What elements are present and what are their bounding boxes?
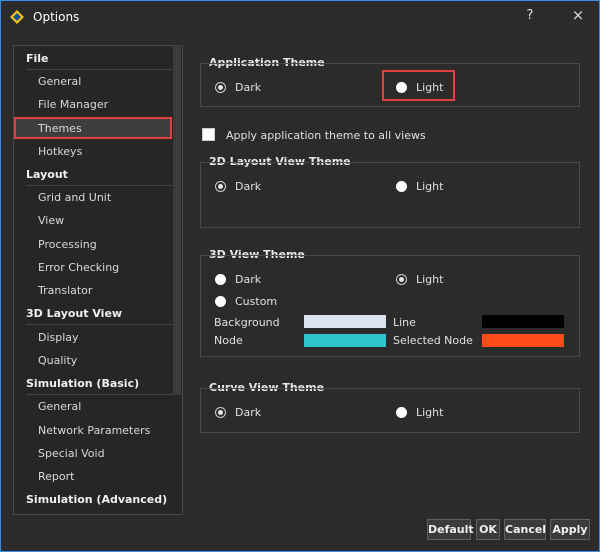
nav-item-special-void[interactable]: Special Void: [38, 447, 105, 460]
nav-item-quality[interactable]: Quality: [38, 354, 77, 367]
nav-group-file: File: [26, 52, 49, 65]
selected-node-color-swatch[interactable]: [482, 334, 564, 347]
nav-item-hotkeys[interactable]: Hotkeys: [38, 145, 82, 158]
nav-group-3d-layout-view: 3D Layout View: [26, 307, 123, 320]
ok-button[interactable]: OK: [476, 519, 500, 540]
node-color-swatch[interactable]: [304, 334, 386, 347]
cancel-button[interactable]: Cancel: [504, 519, 546, 540]
radio-label: Dark: [235, 406, 262, 419]
layout-theme-light-radio[interactable]: Light: [396, 180, 443, 193]
radio-label: Dark: [235, 273, 262, 286]
radio-indicator: [215, 181, 226, 192]
radio-label: Light: [416, 180, 444, 193]
default-button[interactable]: Default: [427, 519, 474, 540]
view3d-theme-light-radio[interactable]: Light: [396, 273, 443, 286]
nav-item-general[interactable]: General: [38, 75, 81, 88]
nav-divider: [26, 69, 180, 70]
nav-group-simulation-advanced: Simulation (Advanced): [26, 493, 168, 506]
nav-divider: [26, 324, 180, 325]
view3d-theme-custom-radio[interactable]: Custom: [215, 295, 277, 308]
nav-item-view[interactable]: View: [38, 214, 64, 227]
window-title: Options: [33, 10, 80, 24]
line-color-swatch[interactable]: [482, 315, 564, 328]
nav-item-display[interactable]: Display: [38, 331, 79, 344]
nav-item-error-checking[interactable]: Error Checking: [38, 261, 119, 274]
line-color-label: Line: [393, 316, 416, 329]
options-window: Options ? × File General File Manager Th…: [0, 0, 600, 552]
layout-theme-group: [200, 162, 580, 228]
selected-node-color-label: Selected Node: [393, 334, 473, 347]
node-color-label: Node: [214, 334, 243, 347]
curve-theme-dark-radio[interactable]: Dark: [215, 406, 261, 419]
nav-item-report[interactable]: Report: [38, 470, 74, 483]
options-nav: File General File Manager Themes Hotkeys…: [13, 45, 183, 515]
app-theme-light-radio[interactable]: Light: [396, 81, 443, 94]
nav-item-grid-and-unit[interactable]: Grid and Unit: [38, 191, 111, 204]
nav-group-simulation-basic: Simulation (Basic): [26, 377, 140, 390]
nav-item-network-parameters[interactable]: Network Parameters: [38, 424, 150, 437]
view3d-theme-dark-radio[interactable]: Dark: [215, 273, 261, 286]
nav-item-general-sim[interactable]: General: [38, 400, 81, 413]
nav-divider: [26, 185, 180, 186]
nav-item-processing[interactable]: Processing: [38, 238, 97, 251]
apply-button[interactable]: Apply: [550, 519, 590, 540]
nav-item-themes[interactable]: Themes: [38, 122, 82, 135]
nav-item-file-manager[interactable]: File Manager: [38, 98, 108, 111]
radio-indicator: [396, 407, 407, 418]
help-button[interactable]: ?: [523, 8, 537, 26]
radio-indicator: [215, 296, 226, 307]
close-button[interactable]: ×: [569, 6, 587, 26]
radio-label: Dark: [235, 81, 262, 94]
nav-divider: [26, 394, 180, 395]
app-theme-dark-radio[interactable]: Dark: [215, 81, 261, 94]
app-icon: [10, 10, 24, 24]
apply-all-views-checkbox[interactable]: [202, 128, 215, 141]
background-color-label: Background: [214, 316, 280, 329]
title-bar: Options ? ×: [1, 1, 599, 33]
radio-indicator: [215, 82, 226, 93]
radio-indicator: [396, 274, 407, 285]
radio-label: Custom: [235, 295, 278, 308]
radio-indicator: [396, 82, 407, 93]
radio-indicator: [215, 407, 226, 418]
radio-label: Light: [416, 273, 444, 286]
radio-label: Light: [416, 81, 444, 94]
nav-scrollbar[interactable]: [173, 45, 181, 395]
curve-theme-light-radio[interactable]: Light: [396, 406, 443, 419]
nav-item-translator[interactable]: Translator: [38, 284, 92, 297]
background-color-swatch[interactable]: [304, 315, 386, 328]
radio-indicator: [215, 274, 226, 285]
radio-indicator: [396, 181, 407, 192]
radio-label: Light: [416, 406, 444, 419]
nav-group-layout: Layout: [26, 168, 68, 181]
layout-theme-dark-radio[interactable]: Dark: [215, 180, 261, 193]
radio-label: Dark: [235, 180, 262, 193]
apply-all-views-label: Apply application theme to all views: [226, 129, 426, 142]
